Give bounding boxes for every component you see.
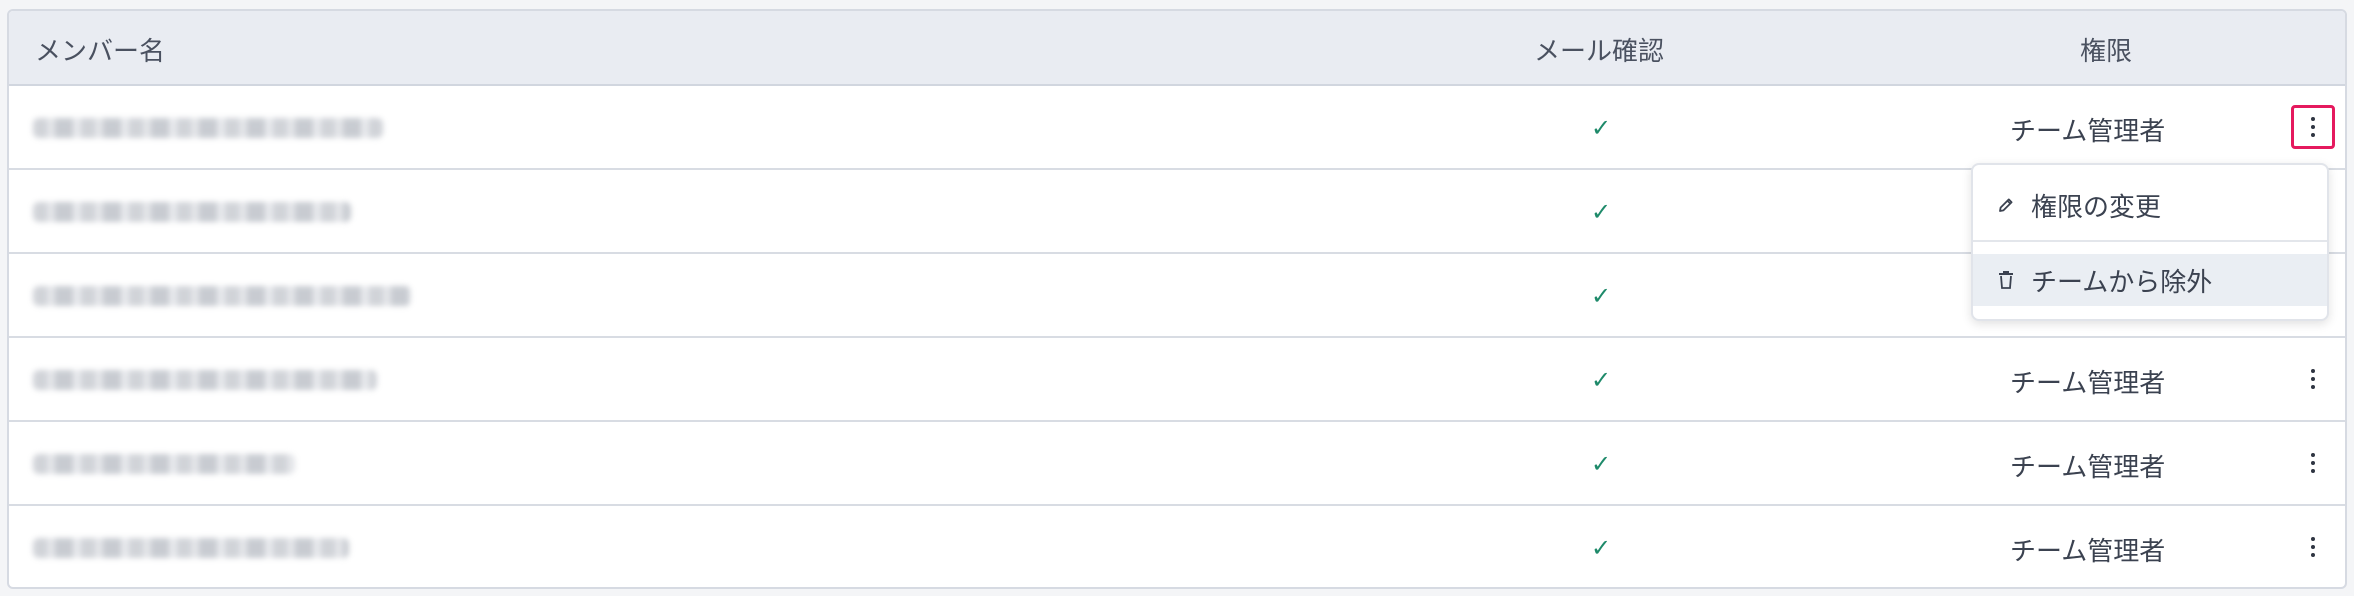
redacted-member-email [33, 202, 351, 222]
check-icon: ✓ [1591, 534, 1612, 562]
trash-icon [1995, 269, 2017, 291]
kebab-dot-icon [2311, 385, 2315, 389]
table-row: ✓ チーム管理者 [9, 422, 2345, 506]
row-actions-kebab-button[interactable] [2291, 525, 2335, 569]
row-actions-kebab-button[interactable] [2291, 441, 2335, 485]
kebab-dot-icon [2311, 377, 2315, 381]
kebab-dot-icon [2311, 117, 2315, 121]
redacted-member-email [33, 454, 295, 474]
table-header: メンバー名 メール確認 権限 [9, 11, 2345, 86]
row-actions-menu: 権限の変更 チームから除外 [1971, 163, 2329, 321]
menu-divider [1973, 240, 2327, 242]
table-row: ✓ チーム管理者 [9, 506, 2345, 587]
column-header-email-confirmed-label: メール確認 [1533, 37, 1665, 67]
kebab-dot-icon [2311, 553, 2315, 557]
row-actions-kebab-button[interactable] [2291, 105, 2335, 149]
redacted-member-email [33, 118, 383, 138]
kebab-dot-icon [2311, 461, 2315, 465]
members-table: メンバー名 メール確認 権限 ✓ チーム管理者 ✓ ✓ ✓ チーム管理者 ✓ チ… [7, 9, 2347, 589]
row-actions-kebab-button[interactable] [2291, 357, 2335, 401]
menu-item-label: 権限の変更 [2031, 192, 2162, 223]
kebab-dot-icon [2311, 453, 2315, 457]
redacted-member-email [33, 370, 377, 390]
redacted-member-email [33, 538, 349, 558]
role-label: チーム管理者 [2010, 453, 2166, 483]
kebab-dot-icon [2311, 369, 2315, 373]
check-icon: ✓ [1591, 198, 1612, 226]
check-icon: ✓ [1591, 366, 1612, 394]
menu-item-remove-from-team[interactable]: チームから除外 [1973, 254, 2327, 306]
kebab-dot-icon [2311, 545, 2315, 549]
kebab-dot-icon [2311, 537, 2315, 541]
table-row: ✓ チーム管理者 [9, 338, 2345, 422]
role-label: チーム管理者 [2010, 369, 2166, 399]
role-label: チーム管理者 [2010, 537, 2166, 567]
check-icon: ✓ [1591, 114, 1612, 142]
kebab-dot-icon [2311, 133, 2315, 137]
role-label: チーム管理者 [2010, 117, 2166, 147]
table-row: ✓ チーム管理者 [9, 86, 2345, 170]
menu-item-label: チームから除外 [2031, 267, 2213, 298]
column-header-permission: 権限 [2080, 37, 2133, 67]
redacted-member-email [33, 286, 411, 306]
check-icon: ✓ [1591, 282, 1612, 310]
menu-item-change-permission[interactable]: 権限の変更 [1973, 179, 2327, 231]
kebab-dot-icon [2311, 469, 2315, 473]
kebab-dot-icon [2311, 125, 2315, 129]
check-icon: ✓ [1591, 450, 1612, 478]
pencil-icon [1995, 194, 2017, 216]
column-header-member-name: メンバー名 [35, 37, 166, 67]
